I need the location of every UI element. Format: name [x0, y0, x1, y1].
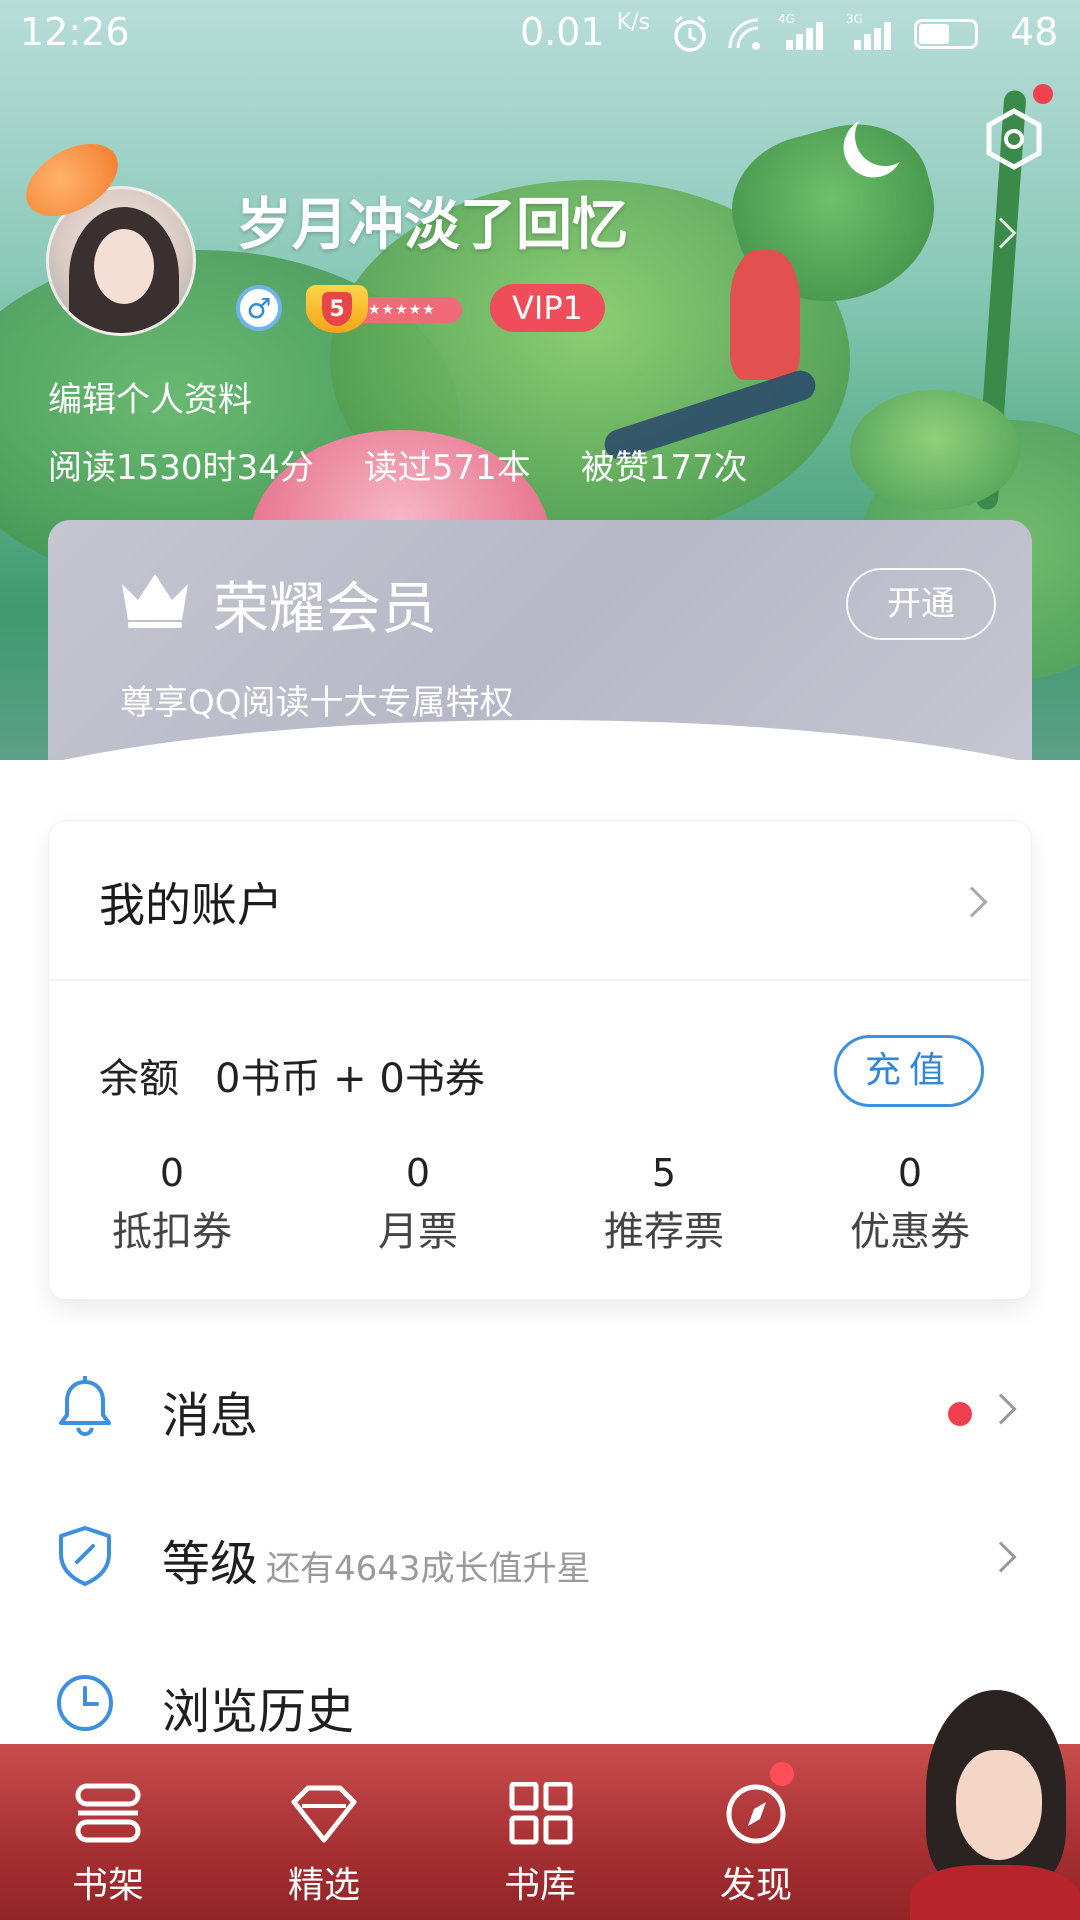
shield-icon	[59, 1526, 111, 1586]
open-membership-button[interactable]: 开通	[846, 568, 996, 640]
network-speed: 0.01 K/s	[520, 10, 650, 54]
compass-icon	[726, 1784, 786, 1844]
signal-4g-label: 4G	[778, 12, 795, 26]
grid-icon	[509, 1782, 573, 1845]
tab-label: 书架	[71, 1865, 144, 1906]
account-card: 我的账户 余额 0书币 + 0书券 充值 0 抵扣券 0 月票 5 推荐票 0 优…	[48, 820, 1033, 1300]
my-account-title[interactable]: 我的账户	[99, 869, 283, 935]
promo-face	[956, 1750, 1042, 1860]
account-chevron-right-icon[interactable]	[956, 886, 988, 918]
stat-value: 0	[897, 1151, 923, 1195]
level-title: 等级	[162, 1536, 259, 1592]
level-badge[interactable]: ★★★★★ 5	[306, 285, 466, 333]
stat-value: 5	[651, 1151, 677, 1195]
history-label: 浏览历史	[162, 1684, 355, 1740]
profile-badges: ♂ ★★★★★ 5 VIP1	[236, 282, 605, 334]
bell-icon	[59, 1376, 111, 1437]
chevron-right-icon	[985, 1541, 1017, 1573]
battery-level: 48	[1010, 10, 1059, 54]
monthly-ticket-stat[interactable]: 0 月票	[295, 1151, 541, 1257]
diamond-icon	[291, 1785, 357, 1843]
crown-icon	[122, 574, 188, 628]
edit-profile-link[interactable]: 编辑个人资料	[48, 372, 252, 421]
discount-coupon-stat[interactable]: 0 优惠券	[787, 1151, 1033, 1257]
read-time-stat[interactable]: 阅读1530时34分	[48, 440, 314, 489]
balance-value: 0书币 + 0书券	[215, 1056, 485, 1102]
alarm-icon	[674, 15, 706, 52]
divider	[49, 979, 1033, 981]
balance-row: 余额 0书币 + 0书券	[99, 1046, 485, 1104]
male-gender-icon: ♂	[236, 285, 282, 331]
level-number: 5	[322, 292, 352, 326]
menu-item-messages[interactable]: 消息	[0, 1350, 1080, 1470]
member-card-title: 荣耀会员	[213, 577, 437, 642]
status-bar: 12:26 0.01 K/s 4G 3G 48	[0, 0, 1080, 66]
stat-label: 月票	[378, 1209, 458, 1255]
username[interactable]: 岁月冲淡了回忆	[236, 180, 628, 261]
profile-screen: 12:26 0.01 K/s 4G 3G 48 岁月冲淡了回忆 ♂ ★★★★★ …	[0, 0, 1080, 1920]
battery-icon	[914, 19, 978, 49]
tab-discover[interactable]: 发现	[676, 1744, 836, 1920]
messages-label: 消息	[162, 1388, 259, 1444]
profile-header: 12:26 0.01 K/s 4G 3G 48 岁月冲淡了回忆 ♂ ★★★★★ …	[0, 0, 1080, 760]
books-read-stat[interactable]: 读过571本	[364, 440, 531, 489]
member-card-subtitle: 尊享QQ阅读十大专属特权	[120, 683, 514, 723]
stat-label: 优惠券	[850, 1209, 970, 1255]
clock-icon	[57, 1675, 113, 1731]
account-stats: 0 抵扣券 0 月票 5 推荐票 0 优惠券	[49, 1151, 1033, 1257]
likes-stat[interactable]: 被赞177次	[581, 440, 748, 489]
network-speed-value: 0.01	[520, 10, 605, 54]
avatar-face	[94, 229, 154, 304]
signal-4g-icon: 4G	[778, 12, 830, 50]
settings-icon[interactable]	[985, 108, 1043, 170]
recommend-ticket-stat[interactable]: 5 推荐票	[541, 1151, 787, 1257]
settings-notification-dot	[1033, 84, 1053, 104]
lotus-pod-illustration	[850, 390, 1020, 510]
bookshelf-icon	[75, 1783, 141, 1843]
status-icons: 4G 3G	[670, 12, 978, 54]
tab-label: 书库	[503, 1865, 576, 1906]
stat-label: 推荐票	[604, 1209, 724, 1255]
reading-stats: 阅读1530时34分 读过571本 被赞177次	[48, 440, 748, 489]
chevron-right-icon	[985, 1393, 1017, 1425]
menu-item-level[interactable]: 等级 还有4643成长值升星	[0, 1498, 1080, 1618]
stat-value: 0	[159, 1151, 185, 1195]
tab-bookshelf[interactable]: 书架	[28, 1744, 188, 1920]
level-progress-text: 还有4643成长值升星	[266, 1549, 591, 1589]
discover-notification-dot	[770, 1762, 794, 1786]
status-time: 12:26	[20, 10, 130, 54]
vip-badge[interactable]: VIP1	[490, 284, 605, 332]
signal-3g-icon: 3G	[846, 12, 898, 50]
level-shield-icon: 5	[306, 285, 368, 333]
promo-character-image[interactable]	[910, 1690, 1080, 1920]
girl-illustration	[730, 250, 800, 380]
level-menu-label: 等级 还有4643成长值升星	[162, 1524, 591, 1594]
signal-3g-label: 3G	[846, 12, 863, 26]
balance-label: 余额	[99, 1056, 179, 1102]
wifi-icon	[728, 18, 760, 50]
network-speed-unit: K/s	[616, 10, 651, 35]
unread-dot	[948, 1402, 972, 1426]
deduction-coupon-stat[interactable]: 0 抵扣券	[49, 1151, 295, 1257]
tab-label: 精选	[287, 1865, 360, 1906]
stat-label: 抵扣券	[112, 1209, 232, 1255]
stat-value: 0	[405, 1151, 431, 1195]
promo-robe	[910, 1865, 1080, 1920]
tab-featured[interactable]: 精选	[244, 1744, 404, 1920]
recharge-button[interactable]: 充值	[834, 1035, 984, 1107]
tab-label: 发现	[719, 1865, 792, 1906]
tab-library[interactable]: 书库	[460, 1744, 620, 1920]
